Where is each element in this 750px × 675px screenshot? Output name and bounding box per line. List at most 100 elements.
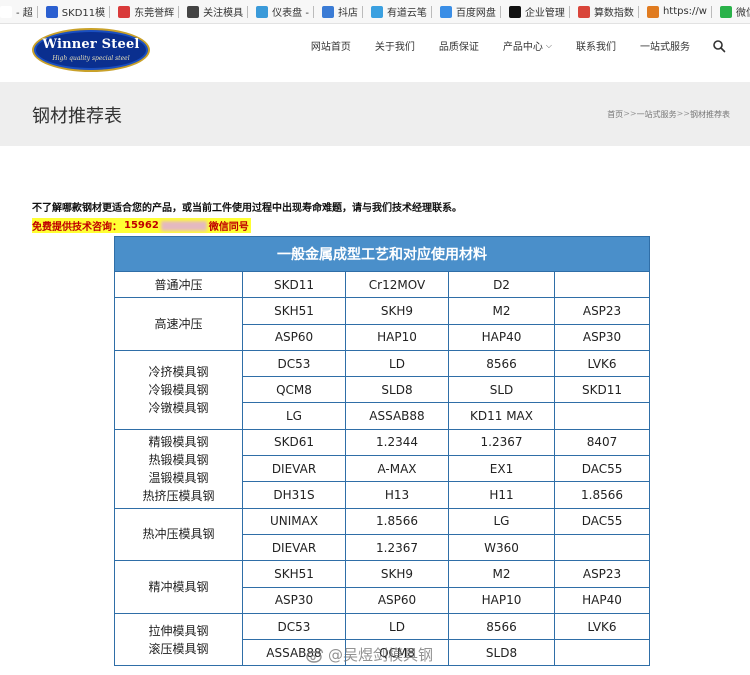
material-cell: SKD61 [242,428,346,457]
material-cell [553,270,651,299]
site-logo[interactable]: Winner Steel High quality special steel [32,28,150,72]
bookmark-item[interactable]: SKD11模 [45,0,111,23]
material-cell: 1.2367 [448,428,555,457]
table-row: 精锻模具钢 热锻模具钢 温锻模具钢 热挤压模具钢 SKD61 1.2344 1.2367 84… [114,428,651,509]
material-cell: SLD [448,376,555,404]
material-cell: LD [345,612,449,641]
material-cell: DH31S [242,481,346,509]
weibo-icon [306,647,324,663]
bookmark-item[interactable]: 百度网盘 [439,0,501,23]
bookmark-favicon-icon [370,5,383,18]
nav-item-products[interactable]: 产品中心 ⌵ [502,38,552,54]
logo-subtitle: High quality special steel [52,55,130,62]
category-line: 热挤压模具钢 [142,488,215,503]
bookmark-item[interactable]: 企业管理 [508,0,570,23]
watermark: @吴煜剑模具钢 [306,644,433,665]
bookmark-divider [109,5,111,18]
bookmark-favicon-icon [508,5,521,18]
contact-phone: 15962 [124,220,159,231]
nav-item-about[interactable]: 关于我们 [375,38,415,53]
material-cell: KD11 MAX [448,402,555,430]
nav-item-contact[interactable]: 联系我们 [576,38,616,53]
bookmark-item[interactable]: 关注模具 [187,0,249,23]
bookmark-label: SKD11模 [61,8,106,19]
material-cell: LVK6 [553,349,651,378]
bookmark-item[interactable]: 东莞誉辉 [118,0,180,23]
nav-item-one-stop[interactable]: 一站式服务 [640,38,690,53]
bookmark-favicon-icon [256,5,269,18]
bookmark-divider [430,5,432,18]
material-cell: SKH51 [242,560,346,588]
material-cell: 1.2344 [345,428,449,457]
nav-label: 网站首页 [310,42,351,53]
material-cell: M2 [448,560,555,588]
table-row: 拉伸模具钢 滚压模具钢 DC53 LD 8566 LVK6 [114,612,651,667]
category-line: 冷镦模具钢 [148,400,209,415]
table-row: 精冲模具钢 SKH51 SKH9 M2 ASP23 [114,560,651,614]
category-line: 滚压模具钢 [148,641,209,656]
nav-label: 品质保证 [438,42,479,53]
material-cell: ASSAB88 [345,402,449,430]
chevron-down-icon: ⌵ [545,40,552,50]
bookmark-item[interactable]: 微信公众 [719,0,750,23]
page-title: 钢材推荐表 [32,106,122,127]
material-cell: SKD11 [553,376,651,404]
material-cell: DC53 [242,612,346,641]
nav-label: 产品中心 [502,42,543,53]
bookmark-favicon-icon [577,5,590,18]
material-cell: H13 [345,481,449,509]
bookmark-label: 抖店 [337,8,358,19]
bookmark-favicon-icon [45,5,58,18]
bookmark-label: 关注模具 [203,8,244,19]
bookmark-favicon-icon [187,5,200,18]
bookmark-label: 算数指数 [593,8,634,19]
bookmark-favicon-icon [118,5,131,18]
contact-label: 免费提供技术咨询： [32,222,122,233]
bookmark-divider [178,5,180,18]
breadcrumb-home[interactable]: 首页 [607,109,623,120]
main-nav: 网站首页 关于我们 品质保证 产品中心 ⌵ 联系我们 一站式服务 [287,38,726,53]
material-cell: ASP23 [553,560,651,588]
category-cell: 精冲模具钢 [114,560,243,614]
category-line: 热冲压模具钢 [142,527,215,542]
breadcrumb-one-stop[interactable]: 一站式服务 [637,109,677,120]
material-cell: SLD8 [448,639,555,667]
intro-text: 不了解哪款钢材更适合您的产品，或当前工件使用过程中出现寿命难题，请与我们技术经理… [32,203,462,214]
bookmark-item[interactable]: 仪表盘 - [256,0,314,23]
category-cell: 精锻模具钢 热锻模具钢 温锻模具钢 热挤压模具钢 [114,428,243,509]
category-line: 精冲模具钢 [148,580,209,595]
material-cell: LD [345,349,449,378]
bookmark-favicon-icon [439,5,452,18]
bookmark-item[interactable]: 算数指数 [577,0,639,23]
breadcrumb: 首页 >> 一站式服务 >> 钢材推荐表 [607,109,730,120]
category-line: 冷挤模具钢 [148,364,209,379]
bookmark-divider [36,5,38,18]
nav-item-home[interactable]: 网站首页 [311,38,351,53]
bookmark-label: 微信公众 [735,8,750,19]
material-cell: D2 [448,270,555,299]
bookmark-divider [637,5,639,18]
search-icon[interactable] [712,39,726,53]
watermark-text: @吴煜剑模具钢 [328,646,434,664]
bookmark-favicon-icon [321,5,334,18]
bookmark-item[interactable]: https://w [646,0,712,23]
bookmark-item[interactable]: 有道云笔 [370,0,432,23]
bookmark-item[interactable]: - 超 [0,0,38,23]
material-cell [553,533,651,562]
bookmark-divider [710,5,712,18]
material-cell: ASP60 [242,323,346,351]
material-cell: Cr12MOV [345,270,449,299]
category-cell: 拉伸模具钢 滚压模具钢 [114,612,243,667]
material-cell: ASP30 [553,323,651,351]
material-cell: 1.8566 [345,507,449,535]
material-cell: 8566 [448,349,555,378]
bookmark-item[interactable]: 抖店 [321,0,363,23]
table-row: 冷挤模具钢 冷锻模具钢 冷镦模具钢 DC53 LD 8566 LVK6 [114,349,651,430]
bookmark-label: - 超 [16,8,33,19]
category-line: 普通冲压 [154,277,203,292]
material-cell: 8566 [448,612,555,641]
category-cell: 普通冲压 [114,270,243,299]
material-cell: SKD11 [242,270,346,299]
nav-item-quality[interactable]: 品质保证 [439,38,479,53]
bookmark-divider [247,5,249,18]
